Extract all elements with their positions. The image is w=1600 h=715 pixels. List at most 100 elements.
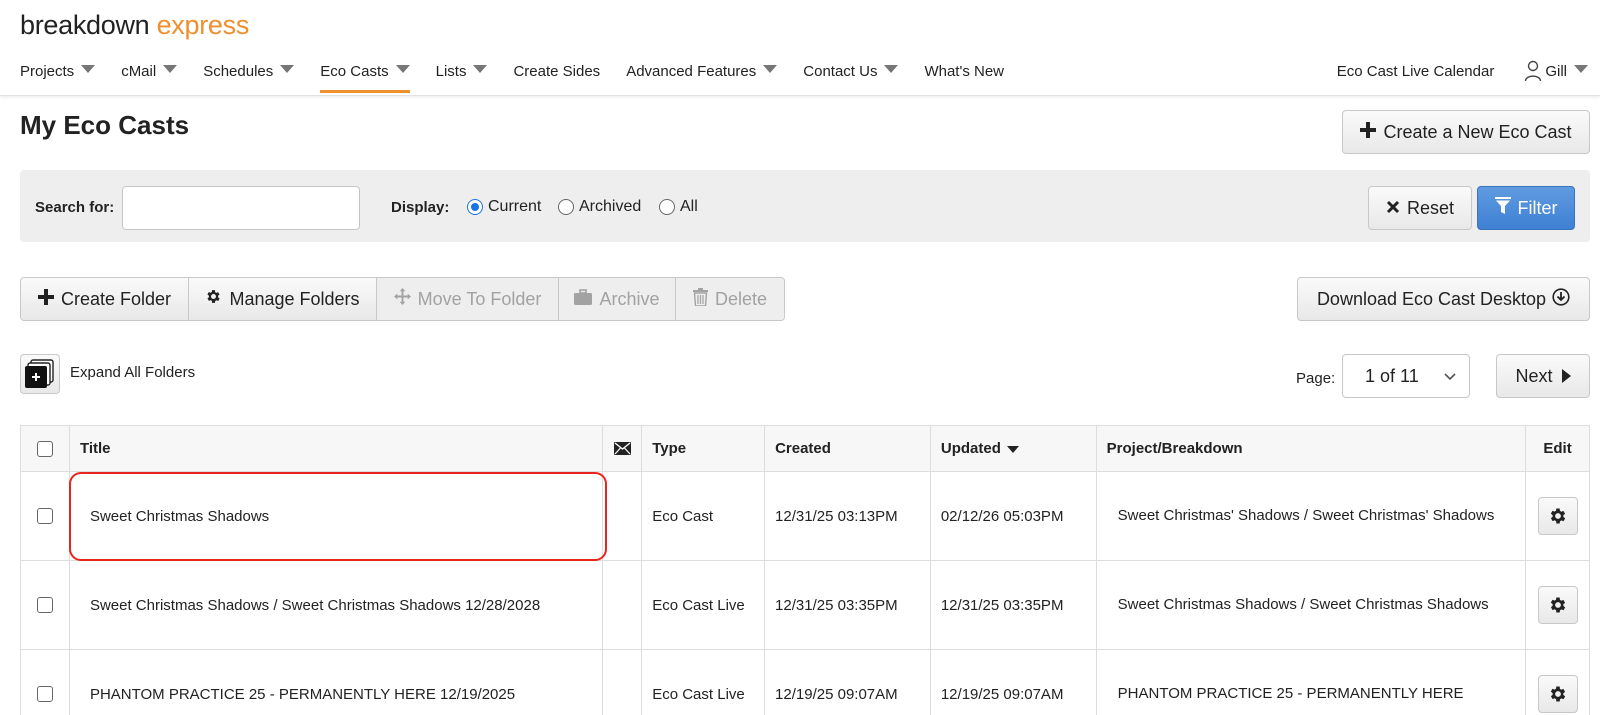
row-edit-cell [1526,561,1589,649]
display-all-radio[interactable]: All [659,198,698,216]
row-checkbox[interactable] [36,508,53,524]
gear-icon [1550,686,1565,702]
nav-right: Eco Cast Live Calendar Gill [1337,60,1588,82]
manage-folders-button[interactable]: Manage Folders [189,278,377,320]
row-edit-cell [1526,472,1589,560]
row-title[interactable]: Sweet Christmas Shadows [70,472,604,560]
download-desktop-label: Download Eco Cast Desktop [1316,288,1547,309]
header-mail [603,426,643,471]
row-title[interactable]: PHANTOM PRACTICE 25 - PERMANENTLY HERE 1… [70,650,604,715]
row-settings-button[interactable] [1537,586,1578,624]
search-label: Search for: [35,199,115,216]
row-title[interactable]: Sweet Christmas Shadows / Sweet Christma… [70,561,604,649]
row-type: Eco Cast [642,472,766,560]
table-row[interactable]: Sweet Christmas Shadows Eco Cast 12/31/2… [21,471,1589,560]
row-created: 12/19/25 09:07AM [765,650,931,715]
display-label: Display: [391,199,450,216]
stacked-folders-icon [25,359,54,388]
nav-contact-us[interactable]: Contact Us [803,60,899,82]
user-name: Gill [1545,62,1567,80]
header-type[interactable]: Type [642,426,766,471]
row-updated: 12/31/25 03:35PM [931,561,1097,649]
row-settings-button[interactable] [1537,497,1578,535]
archive-label: Archive [599,288,660,309]
row-checkbox[interactable] [36,686,53,702]
nav-cmail[interactable]: cMail [121,60,178,82]
envelope-icon [613,442,631,455]
display-current-label: Current [488,198,542,215]
nav-create-sides-label: Create Sides [513,62,601,80]
filter-label: Filter [1517,197,1558,218]
brand-logo[interactable]: breakdown express [20,10,249,41]
user-icon [1525,60,1542,82]
filter-icon [1494,196,1511,220]
page-select[interactable]: 1 of 11 [1342,354,1470,398]
folder-toolbar: Create Folder Manage Folders Move To Fol… [20,277,785,321]
header-project[interactable]: Project/Breakdown [1096,426,1527,471]
row-mail [603,561,643,649]
create-eco-cast-label: Create a New Eco Cast [1383,121,1572,142]
table-header-row: Title Type Created Updated Project/Break… [21,425,1590,471]
nav-schedules[interactable]: Schedules [203,60,295,82]
briefcase-icon [574,288,593,310]
create-folder-label: Create Folder [60,288,172,309]
row-created: 12/31/25 03:35PM [765,561,931,649]
select-all-checkbox[interactable] [36,440,53,457]
nav-schedules-label: Schedules [203,62,274,80]
nav-lists[interactable]: Lists [436,60,488,82]
create-folder-button[interactable]: Create Folder [21,278,189,320]
chevron-down-icon [280,64,295,73]
header-updated[interactable]: Updated [930,426,1097,471]
row-project: PHANTOM PRACTICE 25 - PERMANENTLY HERE [1097,650,1527,715]
table-row[interactable]: Sweet Christmas Shadows / Sweet Christma… [21,560,1589,649]
header-select-all-cell [21,426,70,471]
display-archived-label: Archived [579,198,642,215]
table-row[interactable]: PHANTOM PRACTICE 25 - PERMANENTLY HERE 1… [21,649,1589,715]
row-checkbox[interactable] [36,597,53,613]
nav-projects-label: Projects [20,62,75,80]
plus-icon [37,288,54,310]
header-title[interactable]: Title [69,426,604,471]
eco-casts-table: Title Type Created Updated Project/Break… [20,425,1590,715]
delete-label: Delete [714,288,768,309]
sort-desc-icon [1006,446,1019,453]
gear-icon [205,288,222,310]
nav-create-sides[interactable]: Create Sides [513,60,600,82]
close-icon [1386,198,1400,219]
nav-eco-casts[interactable]: Eco Casts [320,60,410,93]
chevron-down-icon [395,64,410,73]
user-menu[interactable]: Gill [1524,60,1588,82]
expand-all-label[interactable]: Expand All Folders [70,364,195,381]
move-to-folder-button[interactable]: Move To Folder [377,278,559,320]
display-archived-radio[interactable]: Archived [558,198,641,216]
nav-advanced-features[interactable]: Advanced Features [626,60,778,82]
download-desktop-button[interactable]: Download Eco Cast Desktop [1297,277,1590,321]
download-circle-icon [1552,287,1570,311]
search-input[interactable] [122,186,360,230]
gear-icon [1550,508,1565,524]
display-current-radio[interactable]: Current [467,198,541,216]
reset-button[interactable]: Reset [1368,186,1472,230]
row-project: Sweet Christmas' Shadows / Sweet Christm… [1097,472,1527,560]
chevron-down-icon [81,64,96,73]
row-type: Eco Cast Live [642,561,766,649]
gear-icon [1550,597,1565,613]
caret-right-icon [1561,369,1571,383]
nav-projects[interactable]: Projects [20,60,96,82]
expand-all-folders-button[interactable] [20,354,60,394]
delete-button[interactable]: Delete [676,278,784,320]
eco-cast-live-calendar-link[interactable]: Eco Cast Live Calendar [1337,63,1495,80]
row-settings-button[interactable] [1537,675,1578,713]
header-created[interactable]: Created [765,426,931,471]
archive-button[interactable]: Archive [559,278,676,320]
row-checkbox-cell [21,650,70,715]
page-select-value: 1 of 11 [1365,365,1419,386]
next-page-button[interactable]: Next [1496,354,1590,398]
chevron-down-icon [884,64,899,73]
nav-whats-new[interactable]: What's New [924,60,1004,82]
filter-button[interactable]: Filter [1477,186,1575,230]
radio-dot [659,199,675,215]
row-project: Sweet Christmas Shadows / Sweet Christma… [1097,561,1527,649]
top-header: breakdown express Projects cMail Schedul… [0,0,1600,96]
create-eco-cast-button[interactable]: Create a New Eco Cast [1342,110,1590,154]
